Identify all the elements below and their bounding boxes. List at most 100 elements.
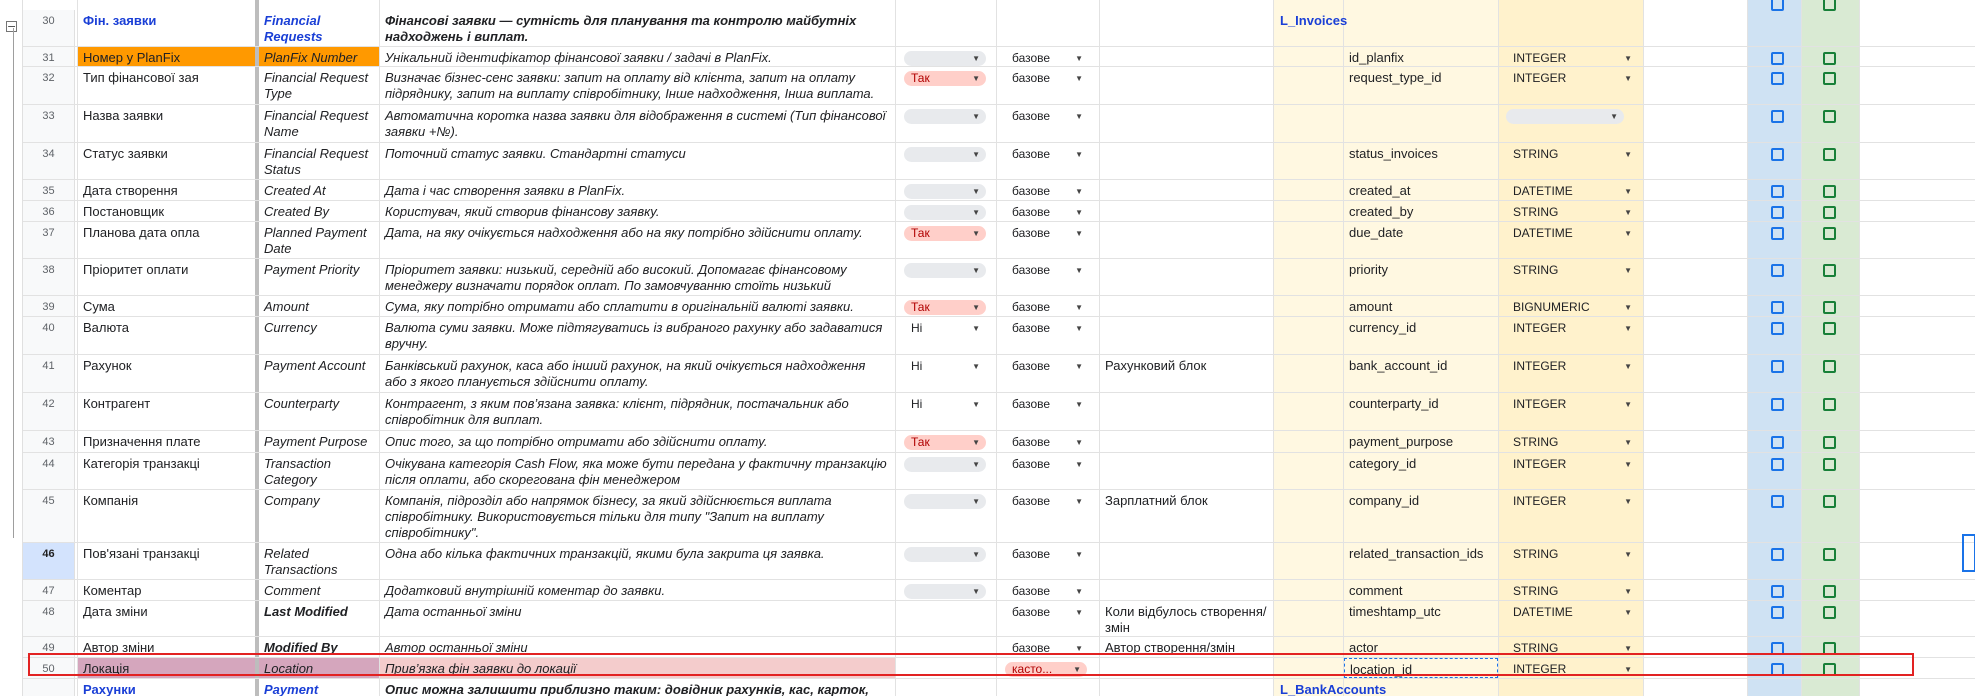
- row-number[interactable]: 48: [23, 601, 75, 636]
- cell-name-ua[interactable]: Коментар: [78, 580, 255, 600]
- type-dropdown[interactable]: INTEGER ▼: [1506, 494, 1638, 509]
- level-dropdown[interactable]: базове ▼: [1005, 184, 1089, 199]
- checkbox-blue[interactable]: [1771, 398, 1784, 411]
- checkbox-blue[interactable]: [1771, 458, 1784, 471]
- cell-field-name[interactable]: payment_purpose: [1344, 431, 1498, 452]
- cell-field-name[interactable]: [1344, 105, 1498, 142]
- required-dropdown[interactable]: Так ▼: [904, 71, 986, 86]
- type-dropdown[interactable]: DATETIME ▼: [1506, 184, 1638, 199]
- required-dropdown[interactable]: Так ▼: [904, 226, 986, 241]
- checkbox-blue[interactable]: [1771, 585, 1784, 598]
- cell-name-ua[interactable]: Пріоритет оплати: [78, 259, 255, 295]
- cell-name-ua[interactable]: Статус заявки: [78, 143, 255, 179]
- checkbox-blue[interactable]: [1771, 227, 1784, 240]
- required-dropdown[interactable]: Ні ▼: [904, 321, 986, 336]
- level-dropdown[interactable]: базове ▼: [1005, 457, 1089, 472]
- required-dropdown[interactable]: ▼: [904, 109, 986, 124]
- type-dropdown[interactable]: BIGNUMERIC ▼: [1506, 300, 1638, 315]
- cell-field-name[interactable]: category_id: [1344, 453, 1498, 489]
- cell-field-name[interactable]: related_transaction_ids: [1344, 543, 1498, 579]
- level-dropdown[interactable]: базове ▼: [1005, 109, 1089, 124]
- checkbox-green[interactable]: [1823, 52, 1836, 65]
- type-dropdown[interactable]: INTEGER ▼: [1506, 662, 1638, 677]
- cell-name-ua[interactable]: Рахунок: [78, 355, 255, 392]
- checkbox-blue[interactable]: [1771, 206, 1784, 219]
- type-dropdown[interactable]: STRING ▼: [1506, 641, 1638, 656]
- row-number[interactable]: 50: [23, 658, 75, 678]
- cell-name-ua[interactable]: Сума: [78, 296, 255, 316]
- row-number[interactable]: 43: [23, 431, 75, 452]
- required-dropdown[interactable]: ▼: [904, 184, 986, 199]
- cell-name-en[interactable]: Modified By: [259, 637, 379, 657]
- level-dropdown[interactable]: базове ▼: [1005, 547, 1089, 562]
- checkbox-green[interactable]: [1823, 436, 1836, 449]
- cell-field-name[interactable]: created_at: [1344, 180, 1498, 200]
- row-number[interactable]: 33: [23, 105, 75, 142]
- level-dropdown[interactable]: базове ▼: [1005, 147, 1089, 162]
- cell-description[interactable]: Банківський рахунок, каса або інший раху…: [380, 355, 895, 392]
- checkbox-green[interactable]: [1823, 458, 1836, 471]
- cell-name-en[interactable]: Comment: [259, 580, 379, 600]
- checkbox-blue[interactable]: [1771, 495, 1784, 508]
- cell-description[interactable]: Прив’язка фін заявки до локації: [380, 658, 895, 678]
- cell-description[interactable]: Опис того, за що потрібно отримати або з…: [380, 431, 895, 452]
- cell-description[interactable]: Контрагент, з яким пов’язана заявка: клі…: [380, 393, 895, 430]
- level-dropdown[interactable]: базове ▼: [1005, 494, 1089, 509]
- row-number[interactable]: 34: [23, 143, 75, 179]
- cell-field-name[interactable]: status_invoices: [1344, 143, 1498, 179]
- checkbox-green[interactable]: [1823, 548, 1836, 561]
- cell-name-ua[interactable]: Дата створення: [78, 180, 255, 200]
- cell-field-name[interactable]: company_id: [1344, 490, 1498, 542]
- cell-name-ua[interactable]: Тип фінансової зая: [78, 67, 255, 104]
- cell-name-ua[interactable]: Категорія транзакці: [78, 453, 255, 489]
- cell-name-ua[interactable]: Рахунки: [78, 679, 255, 696]
- row-number[interactable]: 30: [23, 10, 75, 46]
- cell-name-en[interactable]: Company: [259, 490, 379, 542]
- cell-block[interactable]: Коли відбулось створення/змін: [1100, 601, 1273, 636]
- cell-description[interactable]: Додатковий внутрішній коментар до заявки…: [380, 580, 895, 600]
- cell-name-ua[interactable]: Контрагент: [78, 393, 255, 430]
- type-dropdown[interactable]: INTEGER ▼: [1506, 71, 1638, 86]
- cell-name-en[interactable]: Currency: [259, 317, 379, 354]
- checkbox-green[interactable]: [1823, 585, 1836, 598]
- cell-description[interactable]: Унікальний ідентифікатор фінансової заяв…: [380, 47, 895, 66]
- cell-name-en[interactable]: Payment Account: [259, 355, 379, 392]
- checkbox-green[interactable]: [1823, 495, 1836, 508]
- required-dropdown[interactable]: Так ▼: [904, 435, 986, 450]
- required-dropdown[interactable]: ▼: [904, 51, 986, 66]
- cell-name-en[interactable]: Amount: [259, 296, 379, 316]
- required-dropdown[interactable]: Так ▼: [904, 300, 986, 315]
- checkbox-blue[interactable]: [1771, 606, 1784, 619]
- checkbox-blue[interactable]: [1771, 436, 1784, 449]
- level-dropdown[interactable]: базове ▼: [1005, 397, 1089, 412]
- cell-description[interactable]: Користувач, який створив фінансову заявк…: [380, 201, 895, 221]
- cell-name-en[interactable]: Payment: [259, 679, 379, 696]
- cell-name-ua[interactable]: Планова дата опла: [78, 222, 255, 258]
- type-dropdown[interactable]: INTEGER ▼: [1506, 397, 1638, 412]
- checkbox-green[interactable]: [1823, 227, 1836, 240]
- required-dropdown[interactable]: ▼: [904, 147, 986, 162]
- row-number[interactable]: 31: [23, 47, 75, 66]
- checkbox-blue[interactable]: [1771, 548, 1784, 561]
- checkbox-green[interactable]: [1823, 322, 1836, 335]
- cell-field-name[interactable]: created_by: [1344, 201, 1498, 221]
- cell-block[interactable]: Рахунковий блок: [1100, 355, 1273, 392]
- row-number[interactable]: [23, 679, 75, 696]
- cell-description[interactable]: Одна або кілька фактичних транзакцій, як…: [380, 543, 895, 579]
- checkbox-green[interactable]: [1823, 642, 1836, 655]
- cell-field-name[interactable]: counterparty_id: [1344, 393, 1498, 430]
- required-dropdown[interactable]: ▼: [904, 457, 986, 472]
- cell-field-name[interactable]: currency_id: [1344, 317, 1498, 354]
- type-dropdown[interactable]: DATETIME ▼: [1506, 605, 1638, 620]
- type-dropdown[interactable]: INTEGER ▼: [1506, 321, 1638, 336]
- cell-table-name[interactable]: L_BankAccounts: [1275, 679, 1475, 696]
- cell-name-ua[interactable]: Локація: [78, 658, 255, 678]
- cell-description[interactable]: Визначає бізнес-сенс заявки: запит на оп…: [380, 67, 895, 104]
- row-number[interactable]: 41: [23, 355, 75, 392]
- row-number[interactable]: 46: [23, 543, 75, 579]
- row-number[interactable]: 42: [23, 393, 75, 430]
- checkbox-blue[interactable]: [1771, 0, 1784, 11]
- cell-name-en[interactable]: Financial Request Status: [259, 143, 379, 179]
- cell-field-name[interactable]: priority: [1344, 259, 1498, 295]
- collapse-group-icon[interactable]: −: [6, 21, 17, 32]
